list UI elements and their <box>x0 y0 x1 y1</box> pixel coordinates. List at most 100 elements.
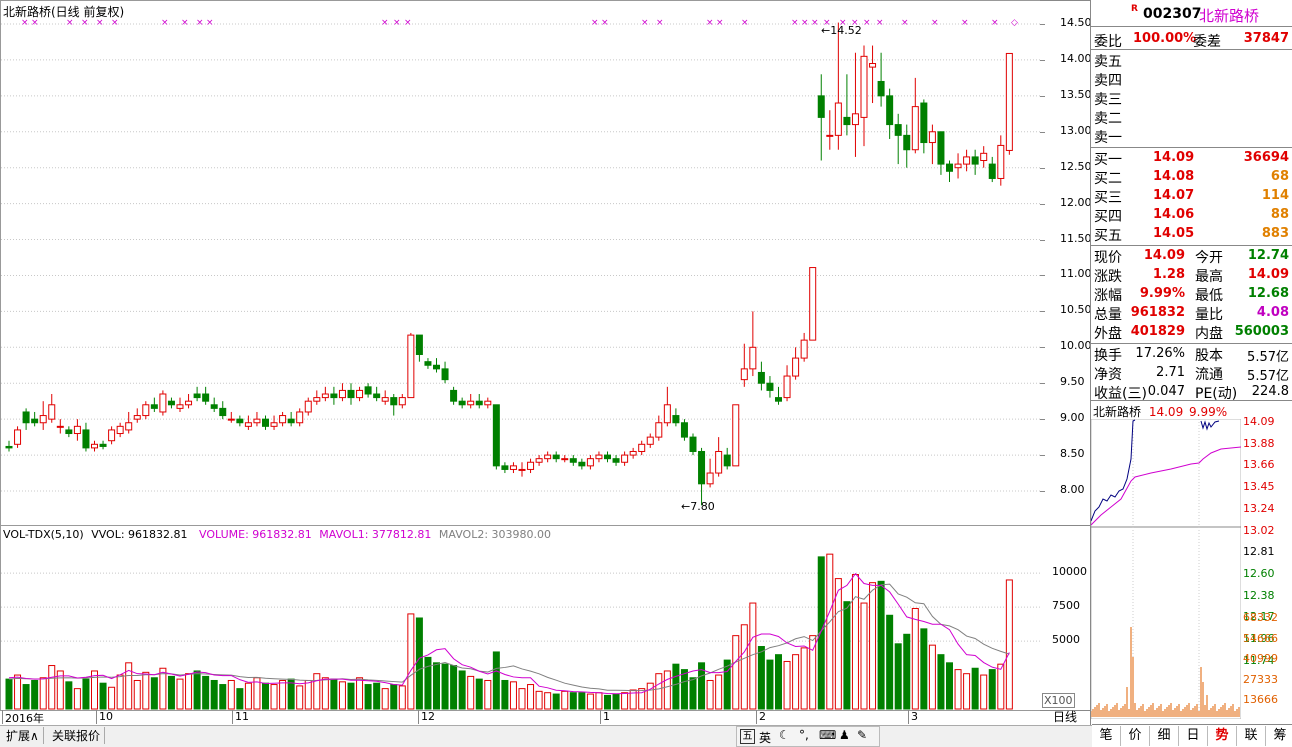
candle-body <box>586 458 594 467</box>
volume-bar <box>116 674 124 710</box>
volume-bar <box>578 692 586 710</box>
volume-bar <box>988 669 996 710</box>
candle-body <box>595 454 603 460</box>
volume-bar <box>433 662 440 710</box>
price-tick-label: 14.00 <box>1060 51 1092 65</box>
candle-body <box>920 102 928 144</box>
buy-level-label: 买一 <box>1094 152 1122 168</box>
mini-price-tick: 12.81 <box>1243 545 1275 559</box>
price-tick-label: 13.50 <box>1060 87 1092 101</box>
price-tick-mark <box>1040 167 1045 169</box>
stat-value: 1.28 <box>1152 267 1185 282</box>
signal-marker: × <box>181 18 189 28</box>
mini-price-tick: 13.45 <box>1243 480 1275 494</box>
volume-bar <box>980 674 988 710</box>
side-tab-2[interactable]: 价 <box>1121 726 1150 746</box>
candle-body <box>1005 52 1013 151</box>
mini-price-tick: 13.02 <box>1243 523 1275 537</box>
stat-value: 17.26% <box>1135 346 1185 361</box>
volume-bar <box>928 644 936 710</box>
candle-body <box>604 454 611 460</box>
volume-bar <box>963 673 971 710</box>
candle-body <box>501 465 509 470</box>
related-quotes-tab[interactable]: 关联报价 <box>48 727 106 744</box>
signal-marker: × <box>741 18 749 28</box>
candle-body <box>253 418 261 424</box>
stat-value: 2.71 <box>1156 365 1185 380</box>
bottom-bar <box>0 725 1092 747</box>
buy-level-price: 14.08 <box>1153 169 1195 184</box>
signal-marker: × <box>601 18 609 28</box>
volume-bar <box>364 684 372 710</box>
side-tab-3[interactable]: 细 <box>1150 726 1179 746</box>
mini-volume-tick: 13666 <box>1243 693 1278 706</box>
candle-body <box>287 418 295 424</box>
volume-bar <box>202 675 210 710</box>
side-tab-7[interactable]: 筹 <box>1266 726 1292 746</box>
expand-tab[interactable]: 扩展∧ <box>2 727 44 744</box>
candle-body <box>715 450 723 474</box>
candle-body <box>433 364 440 370</box>
mini-intraday-chart[interactable] <box>1091 419 1241 719</box>
ime-toolbar[interactable]: 五 英 ☾ °, ⌨ ♟ ✎ <box>736 726 880 747</box>
quote-panel: R 002307 北新路桥 委比 100.00% 委差 37847 卖五 卖四 卖三 卖二 卖一… <box>1090 0 1292 410</box>
candle-body <box>91 443 98 449</box>
side-tab-6[interactable]: 联 <box>1237 726 1266 746</box>
buy-level-label: 买三 <box>1094 190 1122 206</box>
price-tick-mark <box>1040 455 1045 457</box>
moon-icon[interactable]: ☾ <box>779 728 790 742</box>
price-tick-mark <box>1040 131 1045 133</box>
volume-chart[interactable] <box>1 526 1041 710</box>
price-tick-label: 14.50 <box>1060 16 1092 29</box>
buy-level-price: 14.06 <box>1153 207 1195 222</box>
volume-bar <box>65 681 73 710</box>
signal-marker: × <box>96 18 104 28</box>
period-label[interactable]: 日线 <box>1040 710 1090 725</box>
mini-volume-tick: 40999 <box>1243 652 1278 665</box>
side-tab-1[interactable]: 笔 <box>1092 726 1121 746</box>
volume-bar <box>826 553 834 710</box>
volume-tick-label: 7500 <box>1052 599 1080 613</box>
candle-body <box>629 450 637 456</box>
ime-lang-label[interactable]: 英 <box>759 729 771 746</box>
kline-panel[interactable]: 北新路桥(日线 前复权) × × × × × × × × × × × × × × × × × × × × × × × × × × ×… <box>0 0 1042 526</box>
candle-body <box>766 382 774 391</box>
signal-marker: × <box>901 18 909 28</box>
volume-bar <box>877 580 885 710</box>
volume-bar <box>869 582 877 710</box>
volume-bar <box>313 673 321 710</box>
volume-bar <box>304 679 312 710</box>
side-tab-4[interactable]: 日 <box>1179 726 1208 746</box>
signal-marker: × <box>111 18 119 28</box>
kline-chart[interactable]: × × × × × × × × × × × × × × × × × × × × × × × × × × × × × × × × ◇←14.52←… <box>1 1 1041 525</box>
volume-bar <box>843 601 851 710</box>
volume-bar <box>338 681 346 710</box>
signal-marker: × <box>641 18 649 28</box>
sell-level-label: 卖五 <box>1094 54 1122 70</box>
candle-body <box>116 425 124 435</box>
signal-marker: × <box>801 18 809 28</box>
keyboard-icon[interactable]: ⌨ <box>819 728 836 742</box>
user-icon[interactable]: ♟ <box>839 728 850 742</box>
candle-body <box>621 454 629 463</box>
candle-body <box>467 400 475 406</box>
punct-icon[interactable]: °, <box>799 728 809 742</box>
signal-marker: × <box>206 18 214 28</box>
volume-unit: X100 <box>1042 693 1075 708</box>
side-tab-5[interactable]: 势 <box>1208 726 1237 746</box>
candle-body <box>398 397 406 406</box>
volume-panel[interactable]: VOL-TDX(5,10) VVOL: 961832.81 VOLUME: 96… <box>0 525 1042 711</box>
wrench-icon[interactable]: ✎ <box>857 728 867 742</box>
candle-body <box>954 163 962 169</box>
volume-bar <box>715 674 723 710</box>
volume-bar <box>227 679 235 710</box>
signal-marker: × <box>876 18 884 28</box>
candle-body <box>527 461 535 470</box>
candle-body <box>749 346 757 370</box>
candle-body <box>150 404 158 409</box>
date-label: 2 <box>759 710 766 723</box>
signal-marker: × <box>656 18 664 28</box>
stat-value: 12.68 <box>1247 286 1289 301</box>
price-tick-mark <box>1040 24 1045 25</box>
candle-body <box>193 393 201 399</box>
